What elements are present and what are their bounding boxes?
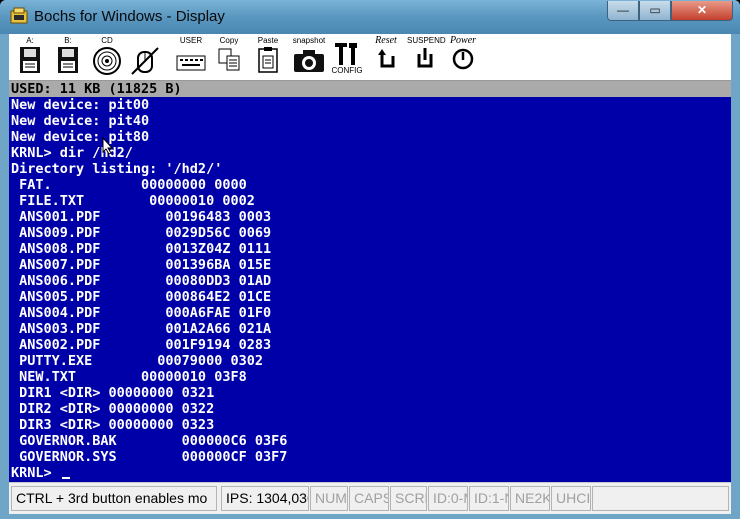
reset-icon [378,49,395,68]
status-scrl: SCRL [390,486,427,511]
memory-used-bar: USED: 11 KB (11825 B) [9,81,731,97]
user-label: USER [179,36,203,45]
status-id1: ID:1-N [469,486,509,511]
console-line: ANS002.PDF 001F9194 0283 [11,337,272,353]
user-button[interactable]: USER [175,36,207,78]
snapshot-button[interactable]: snapshot [291,36,327,78]
console-line: ANS008.PDF 0013Z04Z 0111 [11,241,272,257]
floppy-b-label: B: [64,36,72,45]
paste-icon [258,47,278,73]
copy-button[interactable]: Copy [215,36,243,78]
reset-label: Reset [375,35,397,46]
console-line: ANS005.PDF 000864E2 01CE [11,289,272,305]
cdrom-button[interactable]: CD [91,36,123,78]
console-line: Directory listing: '/hd2/' [11,161,223,177]
status-ne2k: NE2K [510,486,550,511]
text-cursor [61,477,70,479]
console-line: ANS001.PDF 00196483 0003 [11,209,272,225]
mouse-label [129,36,161,46]
copy-label: Copy [219,36,239,45]
status-ips: IPS: 1304,036 [221,486,309,511]
console-line: FAT. 00000000 0000 [11,177,247,193]
console-line: DIR2 <DIR> 00000000 0322 [11,401,215,417]
title-bar[interactable]: Bochs for Windows - Display — ▭ ✕ [0,0,740,34]
status-bar: CTRL + 3rd button enables mo IPS: 1304,0… [9,482,731,514]
console-line: FILE.TXT 00000010 0002 [11,193,255,209]
paste-button[interactable]: Paste [253,36,283,78]
status-hint: CTRL + 3rd button enables mo [11,486,217,511]
console-line: PUTTY.EXE 00079000 0302 [11,353,263,369]
config-label: CONFIG [331,66,363,75]
suspend-label: SUSPEND [407,36,446,45]
status-id0: ID:0-M [428,486,468,511]
close-button[interactable]: ✕ [671,1,733,21]
console-line: GOVERNOR.SYS 000000CF 03F7 [11,449,288,465]
floppy-b-icon [58,47,78,73]
mouse-pointer-icon [102,137,114,155]
copy-icon [218,48,240,71]
window-title: Bochs for Windows - Display [34,8,225,25]
console-line: New device: pit00 [11,97,150,113]
mouse-toggle-button[interactable] [129,36,161,78]
console-line: ANS003.PDF 001A2A66 021A [11,321,272,337]
maximize-button[interactable]: ▭ [639,1,671,21]
console-line: ANS004.PDF 000A6FAE 01F0 [11,305,272,321]
config-button[interactable]: CONFIG [331,36,363,78]
floppy-b-button[interactable]: B: [53,36,83,78]
suspend-icon [417,48,433,68]
console-line: GOVERNOR.BAK 000000C6 03F6 [11,433,288,449]
floppy-a-icon [20,47,40,73]
keyboard-icon [176,55,206,71]
snapshot-label: snapshot [292,36,326,45]
floppy-a-button[interactable]: A: [15,36,45,78]
console-line: DIR3 <DIR> 00000000 0323 [11,417,215,433]
floppy-a-label: A: [26,36,34,45]
console-line: ANS007.PDF 001396BA 015E [11,257,272,273]
status-num: NUM [310,486,348,511]
console-prompt: KRNL> [11,465,60,481]
bochs-window: Bochs for Windows - Display — ▭ ✕ A: B: [0,0,740,519]
reset-button[interactable]: Reset [369,36,403,78]
paste-label: Paste [257,36,279,45]
cdrom-label: CD [101,36,113,45]
console-line: DIR1 <DIR> 00000000 0321 [11,385,215,401]
console-line: NEW.TXT 00000010 03F8 [11,369,247,385]
suspend-button[interactable]: SUSPEND [407,36,446,78]
console-screen[interactable]: USED: 11 KB (11825 B) New device: pit00 … [9,81,731,482]
console-line: KRNL> dir /hd2/ [11,145,133,161]
cdrom-icon [93,47,121,75]
status-caps: CAPS [349,486,389,511]
console-prompt-line: KRNL> [11,465,70,481]
console-line: ANS009.PDF 0029D56C 0069 [11,225,272,241]
memory-used-text: USED: 11 KB (11825 B) [11,81,182,97]
status-empty [592,486,729,511]
power-label: Power [449,35,477,46]
mouse-icon [131,47,159,75]
toolbar: A: B: CD USER Copy Paste snapshot CONFIG… [9,34,731,81]
camera-icon [294,50,324,72]
power-icon [452,48,474,70]
console-line: New device: pit40 [11,113,150,129]
power-button[interactable]: Power [445,36,481,78]
console-line: New device: pit80 [11,129,150,145]
bochs-app-icon [10,7,28,24]
status-uhci: UHCI [551,486,591,511]
minimize-button[interactable]: — [607,1,639,21]
console-line: ANS006.PDF 00080DD3 01AD [11,273,272,289]
